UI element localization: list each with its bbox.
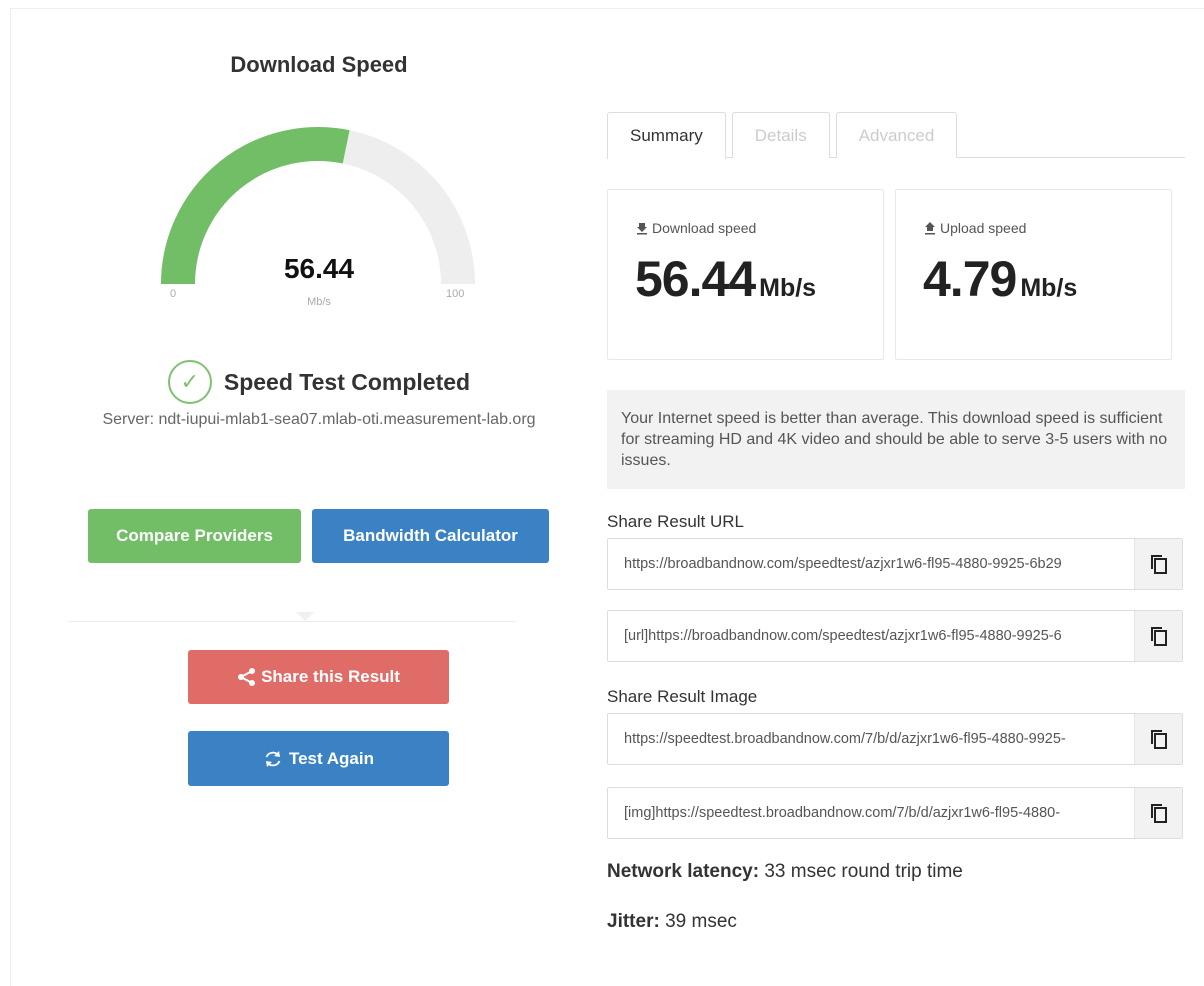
gauge-unit: Mb/s: [307, 296, 331, 308]
download-label-text: Download speed: [652, 220, 757, 236]
upload-number: 4.79: [923, 251, 1017, 307]
check-circle-icon: ✓: [167, 360, 212, 404]
latency-label: Network latency:: [607, 861, 760, 882]
share-icon: [238, 668, 256, 686]
share-result-label: Share this Result: [261, 667, 400, 686]
copy-icon: [1150, 730, 1167, 749]
download-speed-card: Download speed 56.44 Mb/s: [607, 189, 884, 360]
status-text: Speed Test Completed: [223, 368, 471, 395]
compare-providers-button[interactable]: Compare Providers: [88, 509, 301, 563]
download-value: 56.44 Mb/s: [635, 250, 816, 308]
server-info: Server: ndt-iupui-mlab1-sea07.mlab-oti.m…: [102, 411, 536, 428]
gauge-value: 56.44: [283, 253, 355, 284]
upload-value: 4.79 Mb/s: [923, 250, 1077, 308]
gauge-min-label: 0: [170, 288, 177, 300]
copy-icon: [1150, 555, 1167, 574]
download-speed-label: Download speed: [635, 220, 756, 236]
share-url-bbcode-text[interactable]: [url]https://broadbandnow.com/speedtest/…: [608, 628, 1134, 644]
status-row: ✓ Speed Test Completed: [0, 360, 638, 404]
speed-notice: Your Internet speed is better than avera…: [607, 390, 1185, 489]
share-image-bbcode-text[interactable]: [img]https://speedtest.broadbandnow.com/…: [608, 805, 1134, 821]
jitter-value: 39 msec: [665, 911, 737, 932]
share-image-bbcode-field[interactable]: [img]https://speedtest.broadbandnow.com/…: [607, 787, 1183, 839]
upload-speed-card: Upload speed 4.79 Mb/s: [895, 189, 1172, 360]
divider: [68, 621, 516, 622]
copy-button[interactable]: [1134, 788, 1182, 838]
download-number: 56.44: [635, 251, 756, 307]
result-tabs: Summary Details Advanced: [607, 112, 1185, 159]
copy-button[interactable]: [1134, 539, 1182, 589]
refresh-icon: [265, 750, 281, 767]
upload-unit: Mb/s: [1020, 274, 1078, 302]
share-image-text[interactable]: https://speedtest.broadbandnow.com/7/b/d…: [608, 731, 1134, 747]
share-result-button[interactable]: Share this Result: [188, 650, 449, 704]
upload-speed-label: Upload speed: [923, 220, 1026, 236]
tab-summary[interactable]: Summary: [607, 112, 726, 159]
divider-arrow: [296, 612, 314, 621]
copy-icon: [1150, 804, 1167, 823]
share-image-heading: Share Result Image: [607, 687, 758, 706]
latency-value: 33 msec round trip time: [764, 861, 963, 882]
test-again-button[interactable]: Test Again: [188, 731, 449, 786]
upload-icon: [925, 222, 935, 235]
tab-advanced[interactable]: Advanced: [835, 112, 958, 158]
share-url-bbcode-field[interactable]: [url]https://broadbandnow.com/speedtest/…: [607, 610, 1183, 662]
download-icon: [637, 223, 647, 235]
upload-label-text: Upload speed: [940, 220, 1027, 236]
copy-button[interactable]: [1134, 611, 1182, 661]
gauge-title: Download Speed: [230, 52, 408, 77]
share-url-field[interactable]: https://broadbandnow.com/speedtest/azjxr…: [607, 538, 1183, 590]
bandwidth-calculator-button[interactable]: Bandwidth Calculator: [312, 509, 549, 563]
network-latency: Network latency: 33 msec round trip time: [607, 861, 963, 883]
download-unit: Mb/s: [759, 274, 817, 302]
gauge-max-label: 100: [446, 288, 465, 300]
tab-details[interactable]: Details: [731, 112, 830, 158]
jitter: Jitter: 39 msec: [607, 911, 737, 933]
copy-icon: [1150, 627, 1167, 646]
copy-button[interactable]: [1134, 714, 1182, 764]
jitter-label: Jitter:: [607, 911, 660, 932]
share-image-field[interactable]: https://speedtest.broadbandnow.com/7/b/d…: [607, 713, 1183, 765]
share-url-heading: Share Result URL: [607, 512, 745, 531]
test-again-label: Test Again: [288, 748, 374, 768]
share-url-text[interactable]: https://broadbandnow.com/speedtest/azjxr…: [608, 556, 1134, 572]
